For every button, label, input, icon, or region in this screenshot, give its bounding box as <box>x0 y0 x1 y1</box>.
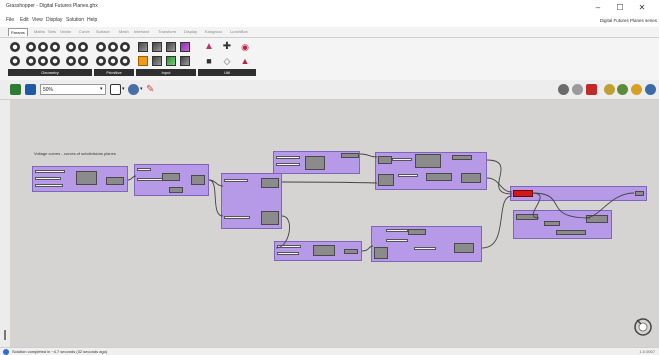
wire <box>486 159 513 195</box>
value-list-icon[interactable] <box>138 56 148 66</box>
wire <box>584 192 635 219</box>
tab-params[interactable]: Params <box>8 28 28 36</box>
zoom-options-dropdown-icon[interactable]: ▾ <box>122 86 125 92</box>
mesh-param-icon[interactable] <box>50 56 60 66</box>
tab-intersect[interactable]: Intersect <box>134 29 149 34</box>
plane-param-icon[interactable] <box>10 56 20 66</box>
surface-param-icon[interactable] <box>26 56 36 66</box>
display-settings-icon[interactable] <box>631 84 642 95</box>
wire-connections <box>127 153 635 252</box>
wire <box>531 192 541 219</box>
version-label: 1.0.0007 <box>639 349 655 354</box>
relay-icon[interactable]: ▲ <box>204 42 214 52</box>
menu-bar: File Edit View Display Solution Help Dig… <box>0 14 659 26</box>
wire <box>275 215 290 249</box>
document-name[interactable]: Digital Futures Planes series <box>600 18 657 23</box>
grasshopper-canvas[interactable]: Voltage curves - curves of subdivisions … <box>10 100 659 347</box>
save-file-icon[interactable] <box>25 84 36 95</box>
geometry-param-icon[interactable] <box>78 56 88 66</box>
tab-kangaroo[interactable]: Kangaroo <box>205 29 222 34</box>
slider-icon[interactable] <box>152 42 162 52</box>
preview-eye-icon[interactable] <box>128 84 139 95</box>
ribbon-group-util[interactable]: Util <box>198 69 256 76</box>
close-button[interactable]: ✕ <box>631 0 653 14</box>
domain-param-icon[interactable] <box>120 56 130 66</box>
tab-curve[interactable]: Curve <box>79 29 90 34</box>
canvas-toolbar: 50% ▾ ▾ ▾ ✎ <box>0 80 659 100</box>
tab-vector[interactable]: Vector <box>60 29 71 34</box>
menu-view[interactable]: View <box>32 17 43 23</box>
image-sampler-icon[interactable] <box>166 56 176 66</box>
vector-param-icon[interactable] <box>26 42 36 52</box>
maximize-button[interactable]: ☐ <box>609 0 631 14</box>
tab-sets[interactable]: Sets <box>48 29 56 34</box>
menu-display[interactable]: Display <box>46 17 62 23</box>
text-param-icon[interactable] <box>96 56 106 66</box>
line-param-icon[interactable] <box>78 42 88 52</box>
data-dam-icon[interactable]: ◉ <box>240 42 250 52</box>
canvas-info-icon[interactable] <box>645 84 656 95</box>
preview-shaded-icon[interactable] <box>586 84 597 95</box>
solution-status-icon <box>3 349 9 355</box>
preview-wireframe-icon[interactable] <box>572 84 583 95</box>
galapagos-icon[interactable]: ▲ <box>240 56 250 66</box>
preview-dropdown-icon[interactable]: ▾ <box>140 86 143 92</box>
toggle-icon[interactable] <box>166 42 176 52</box>
wire <box>359 153 378 158</box>
status-bar: Solution completed in ~4.7 seconds (32 s… <box>0 347 659 355</box>
document-preview-icon[interactable] <box>617 84 628 95</box>
zoom-field[interactable]: 50% <box>40 84 106 95</box>
title-bar: Grasshopper - Digital Futures Planes.ghx… <box>0 0 659 14</box>
ribbon-group-primitive[interactable]: Primitive <box>94 69 134 76</box>
window-title: Grasshopper - Digital Futures Planes.ghx <box>6 3 98 9</box>
cluster-icon[interactable]: ■ <box>204 56 214 66</box>
minimize-button[interactable]: – <box>587 0 609 14</box>
open-file-icon[interactable] <box>10 84 21 95</box>
jump-icon[interactable]: ✚ <box>222 42 232 52</box>
canvas-vertical-scrollbar[interactable] <box>0 100 10 347</box>
menu-help[interactable]: Help <box>87 17 97 23</box>
button-icon[interactable] <box>152 56 162 66</box>
component-tabs: Params Maths Sets Vector Curve Surface M… <box>0 27 659 38</box>
zoom-extents-icon[interactable] <box>110 84 121 95</box>
brep-param-icon[interactable] <box>38 56 48 66</box>
sketch-pen-icon[interactable]: ✎ <box>146 84 157 95</box>
menu-solution[interactable]: Solution <box>66 17 84 23</box>
tab-maths[interactable]: Maths <box>34 29 45 34</box>
wire <box>361 245 374 252</box>
integer-param-icon[interactable] <box>108 42 118 52</box>
tab-mesh[interactable]: Mesh <box>119 29 129 34</box>
menu-file[interactable]: File <box>6 17 14 23</box>
tab-display[interactable]: Display <box>184 29 197 34</box>
number-param-icon[interactable] <box>120 42 130 52</box>
ribbon-group-input[interactable]: Input <box>136 69 196 76</box>
wire <box>281 181 378 184</box>
box-param-icon[interactable] <box>66 56 76 66</box>
component-ribbon: ▲ ✚ ◉ ■ ◇ ▲ Geometry Primitive Input Uti… <box>0 38 659 80</box>
panel-icon[interactable] <box>138 42 148 52</box>
scrollbar-thumb[interactable] <box>4 330 6 340</box>
tab-transform[interactable]: Transform <box>158 29 176 34</box>
navigation-compass-icon[interactable] <box>632 316 654 338</box>
wire <box>481 195 513 249</box>
wire <box>127 175 137 181</box>
menu-edit[interactable]: Edit <box>20 17 29 23</box>
preview-selected-icon[interactable] <box>604 84 615 95</box>
preview-off-icon[interactable] <box>558 84 569 95</box>
tab-surface[interactable]: Surface <box>96 29 110 34</box>
status-message: Solution completed in ~4.7 seconds (32 s… <box>12 349 108 354</box>
boolean-param-icon[interactable] <box>96 42 106 52</box>
colour-param-icon[interactable] <box>108 56 118 66</box>
circle-param-icon[interactable] <box>38 42 48 52</box>
gradient-icon[interactable] <box>180 42 190 52</box>
arc-param-icon[interactable] <box>50 42 60 52</box>
curve-param-icon[interactable] <box>66 42 76 52</box>
fitness-icon[interactable]: ◇ <box>222 56 232 66</box>
graph-mapper-icon[interactable] <box>180 56 190 66</box>
wire <box>531 192 591 219</box>
tab-lunchbox[interactable]: LunchBox <box>230 29 248 34</box>
point-param-icon[interactable] <box>10 42 20 52</box>
zoom-dropdown-icon[interactable]: ▾ <box>100 86 103 92</box>
ribbon-group-geometry[interactable]: Geometry <box>8 69 92 76</box>
